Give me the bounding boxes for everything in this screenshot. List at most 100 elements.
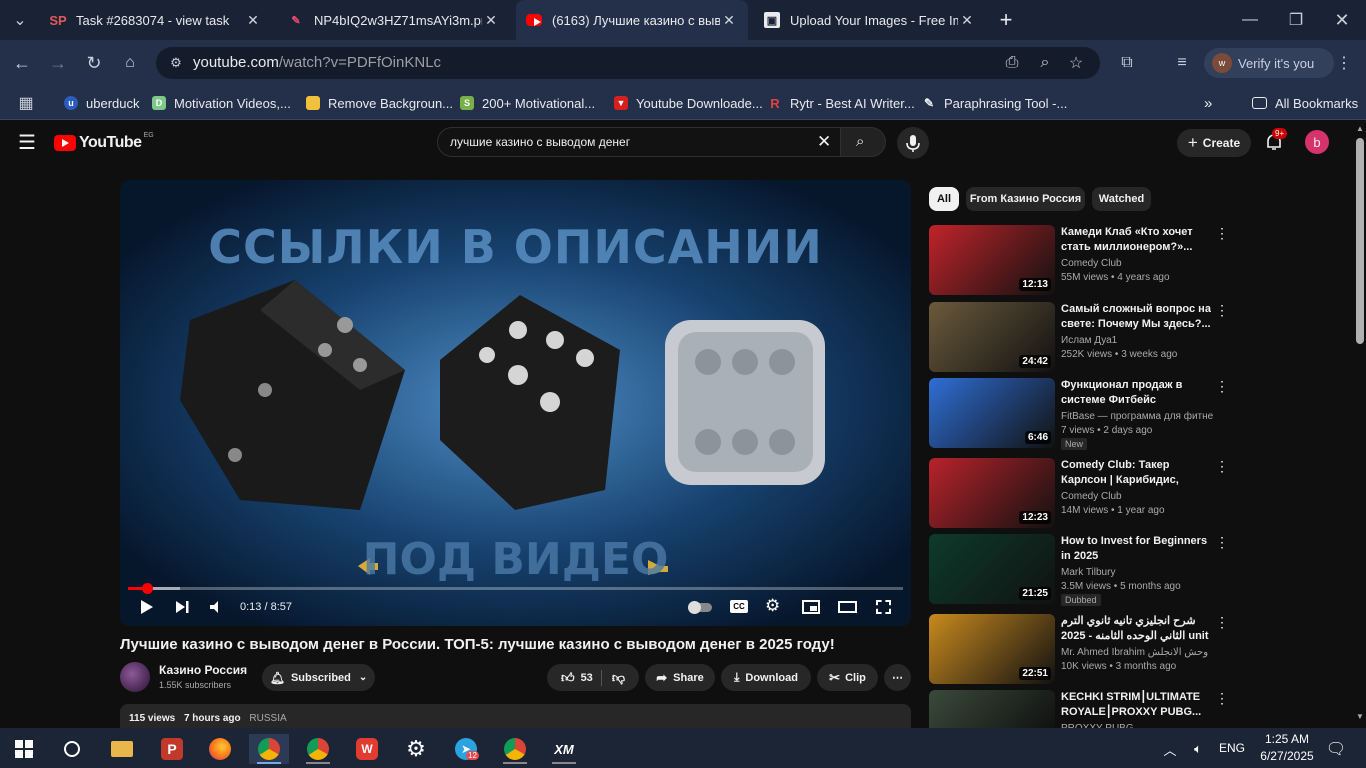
recommendation-channel[interactable]: Mr. Ahmed Ibrahim وحش الانجلش (1061, 647, 1213, 658)
video-thumbnail[interactable]: 21:25 (929, 534, 1055, 604)
bookmark-item[interactable]: Remove Backgroun... (306, 93, 453, 113)
chrome-app[interactable] (298, 734, 338, 764)
like-button[interactable]: 👍︎ 53 (561, 669, 602, 686)
account-avatar[interactable]: b (1305, 130, 1329, 154)
scrollbar-thumb[interactable] (1356, 138, 1364, 344)
recommendation-channel[interactable]: Comedy Club (1061, 258, 1213, 269)
home-icon[interactable]: ⌂ (118, 51, 142, 75)
extensions-icon[interactable]: ⧉ (1115, 51, 1139, 75)
minimize-icon[interactable]: — (1238, 8, 1262, 32)
hamburger-menu-icon[interactable]: ☰ (15, 130, 39, 154)
clip-button[interactable]: ✂ Clip (817, 664, 878, 691)
more-vertical-icon[interactable]: ⋮ (1215, 225, 1229, 242)
more-vertical-icon[interactable]: ⋮ (1215, 458, 1229, 475)
apps-grid-icon[interactable]: ▦ (14, 91, 38, 115)
more-vertical-icon[interactable]: ⋮ (1215, 690, 1229, 707)
more-vertical-icon[interactable]: ⋮ (1215, 378, 1229, 395)
hashtag[interactable]: RUSSIA (249, 713, 286, 724)
recommendation-title[interactable]: Функционал продаж в системе Фитбейс (1061, 378, 1211, 408)
url-text[interactable]: youtube.com/watch?v=PDFfOinKNLc (193, 54, 441, 71)
search-button[interactable]: ⌕ (840, 127, 886, 157)
zoom-icon[interactable]: ⌕ (1033, 51, 1057, 75)
start-button[interactable] (4, 734, 44, 764)
maximize-icon[interactable]: ❐ (1284, 8, 1308, 32)
more-actions-button[interactable]: ⋯ (884, 664, 911, 691)
chip-from-channel[interactable]: From Казино Россия (966, 187, 1085, 211)
video-thumbnail[interactable]: 24:42 (929, 302, 1055, 372)
tab-search-icon[interactable]: ⌄ (8, 8, 32, 32)
create-button[interactable]: + Create (1177, 129, 1251, 157)
close-tab-icon[interactable]: ✕ (482, 12, 500, 29)
volume-tray-icon[interactable]: 🔈︎ (1184, 734, 1212, 764)
download-button[interactable]: ⤓ Download (721, 664, 811, 691)
fullscreen-button[interactable] (876, 600, 891, 614)
all-bookmarks-button[interactable]: All Bookmarks (1252, 93, 1358, 113)
recommendation-channel[interactable]: FitBase — программа для фитнес-... (1061, 411, 1213, 422)
close-tab-icon[interactable]: ✕ (958, 12, 976, 29)
new-tab-icon[interactable]: + (994, 7, 1018, 32)
file-explorer-app[interactable] (102, 734, 142, 764)
chip-watched[interactable]: Watched (1092, 187, 1151, 211)
telegram-app[interactable]: ➤ 12 (446, 734, 486, 764)
wps-app[interactable]: W (347, 734, 387, 764)
chrome-profile-app-active[interactable] (249, 734, 289, 764)
volume-button[interactable] (208, 599, 224, 615)
recommendation-channel[interactable]: Ислам Дуа1 (1061, 335, 1213, 346)
recommendation-item[interactable]: 6:46 Функционал продаж в системе Фитбейс F… (929, 378, 1229, 450)
video-thumbnail[interactable]: 12:13 (929, 225, 1055, 295)
video-player[interactable]: ССЫЛКИ В ОПИСАНИИ ПОД ВИДЕО 0:13 / 8:57 … (120, 180, 911, 626)
close-window-icon[interactable]: ✕ (1330, 8, 1354, 32)
channel-name[interactable]: Казино Россия (159, 663, 247, 677)
video-thumbnail[interactable]: 6:46 (929, 378, 1055, 448)
page-scrollbar[interactable]: ▲ ▼ (1354, 124, 1366, 728)
progress-bar[interactable] (128, 583, 903, 594)
video-thumbnail[interactable] (929, 690, 1055, 728)
browser-menu-icon[interactable]: ⋮ (1332, 51, 1356, 75)
chrome-second-app[interactable] (495, 734, 535, 764)
notifications-tray-icon[interactable]: 🗨︎ (1316, 734, 1356, 764)
progress-scrubber[interactable] (141, 583, 153, 594)
install-app-icon[interactable]: ⎙ (1000, 51, 1024, 75)
settings-app[interactable]: ⚙ (396, 734, 436, 764)
recommendation-item[interactable]: 22:51 شرح انجليزي تانيه ثانوي الترم الثان… (929, 614, 1229, 686)
firefox-app[interactable] (200, 734, 240, 764)
recommendation-item[interactable]: 12:13 Камеди Клаб «Кто хочет стать миллио… (929, 225, 1229, 297)
recommendation-item[interactable]: 24:42 Самый сложный вопрос на свете: Поче… (929, 302, 1229, 374)
recommendation-title[interactable]: شرح انجليزي تانيه ثانوي الترم الثاني الو… (1061, 614, 1211, 644)
bookmark-item[interactable]: D Motivation Videos,... (152, 93, 291, 113)
tab-youtube-active[interactable]: (6163) Лучшие казино с вывод ✕ (516, 0, 748, 40)
verify-account-button[interactable]: w Verify it's you (1204, 48, 1334, 78)
more-vertical-icon[interactable]: ⋮ (1215, 614, 1229, 631)
bookmark-item[interactable]: S 200+ Motivational... (460, 93, 595, 113)
subscribed-button[interactable]: 🔔︎ Subscribed ⌄ (262, 664, 375, 691)
play-button[interactable] (138, 599, 154, 615)
clock-date[interactable]: 6/27/2025 (1254, 749, 1320, 763)
app-icon-p[interactable]: P (152, 734, 192, 764)
dislike-button[interactable]: 👎︎ (602, 670, 625, 686)
close-tab-icon[interactable]: ✕ (720, 12, 738, 29)
bookmark-item[interactable]: ▼ Youtube Downloade... (614, 93, 763, 113)
input-language[interactable]: ENG (1219, 741, 1245, 755)
recommendation-item[interactable]: KECHKI STRIM⎮ULTIMATE ROYALE⎮PROXXY PUBG… (929, 690, 1229, 728)
recommendation-title[interactable]: How to Invest for Beginners in 2025 (1061, 534, 1211, 564)
close-tab-icon[interactable]: ✕ (244, 12, 262, 29)
share-button[interactable]: ➦ Share (645, 664, 715, 691)
search-taskbar-button[interactable] (52, 734, 92, 764)
bookmark-item[interactable]: ✎ Paraphrasing Tool -... (922, 93, 1067, 113)
theater-mode-button[interactable] (838, 601, 857, 613)
recommendation-title[interactable]: Comedy Club: Такер Карлсон | Карибидис, … (1061, 458, 1211, 488)
notifications-button[interactable]: 9+ (1262, 128, 1288, 154)
scroll-up-arrow-icon[interactable]: ▲ (1356, 124, 1364, 133)
recommendation-item[interactable]: 12:23 Comedy Club: Такер Карлсон | Кариби… (929, 458, 1229, 530)
site-info-icon[interactable]: ⚙ (164, 51, 188, 75)
bookmark-item[interactable]: u uberduck (64, 93, 139, 113)
recommendation-title[interactable]: Самый сложный вопрос на свете: Почему Мы… (1061, 302, 1211, 332)
recommendation-channel[interactable]: Comedy Club (1061, 491, 1213, 502)
bookmark-item[interactable]: R Rytr - Best AI Writer... (768, 93, 914, 113)
media-control-icon[interactable]: ≡ (1170, 51, 1194, 75)
recommendation-channel[interactable]: Mark Tilbury (1061, 567, 1213, 578)
video-thumbnail[interactable]: 22:51 (929, 614, 1055, 684)
miniplayer-button[interactable] (802, 600, 820, 614)
captions-button[interactable]: CC (730, 600, 748, 613)
recommendation-title[interactable]: Камеди Клаб «Кто хочет стать миллионером… (1061, 225, 1211, 255)
